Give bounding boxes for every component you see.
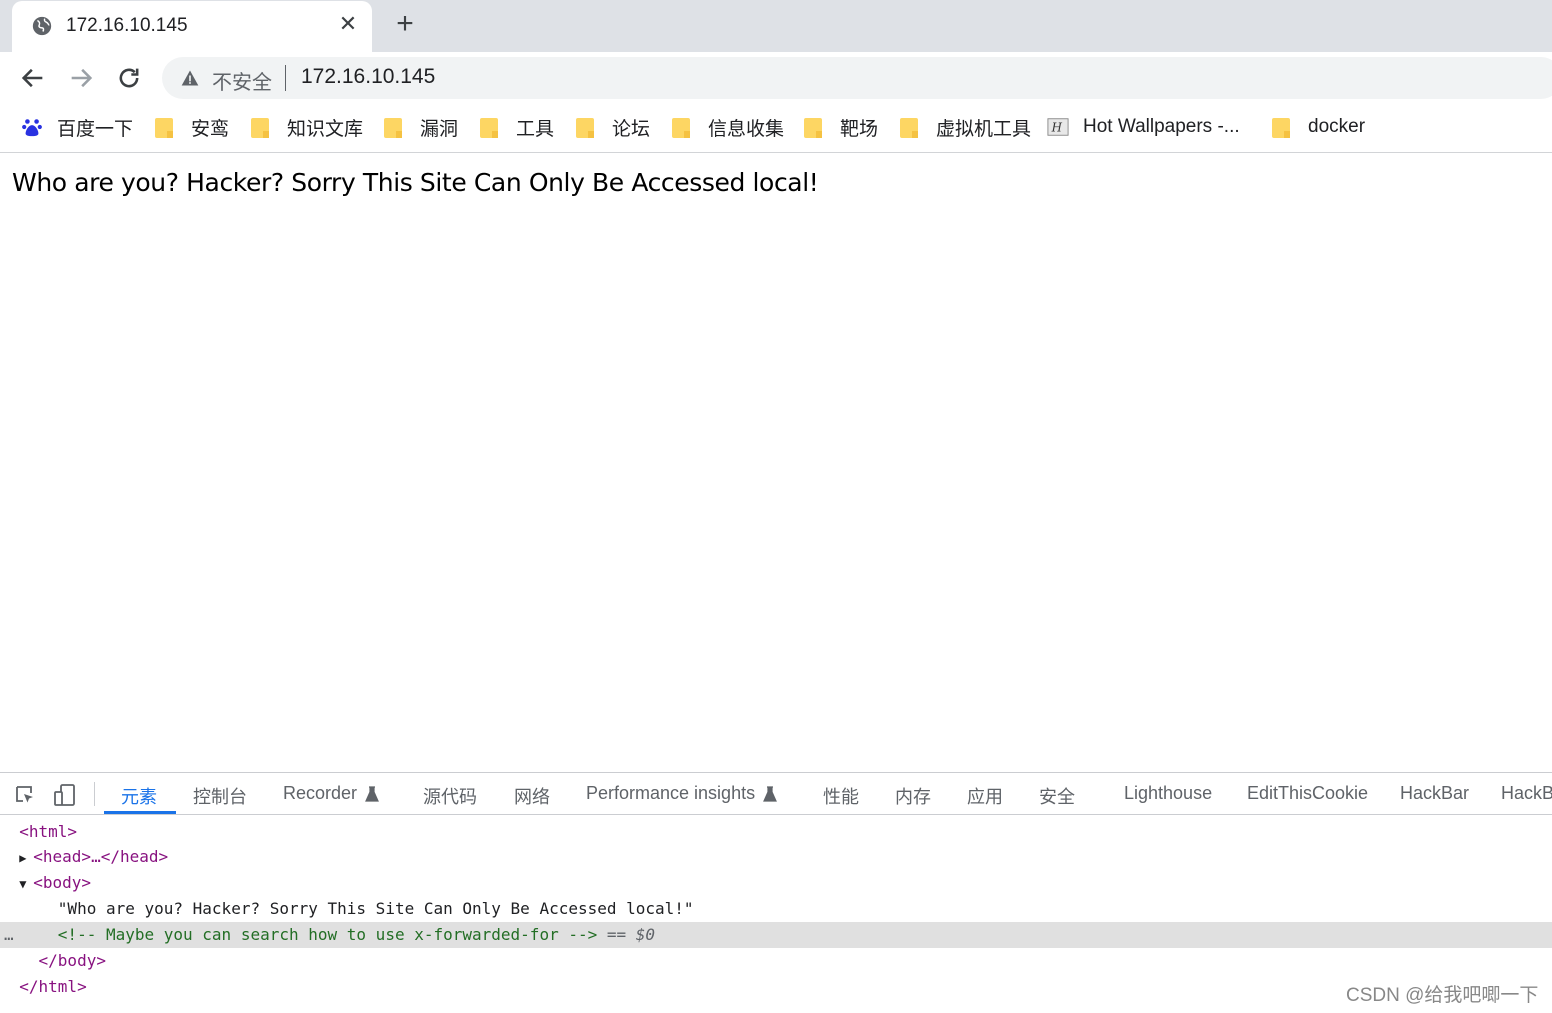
baidu-paw-icon	[22, 119, 42, 137]
html-comment: <!-- Maybe you can search how to use x-f…	[57, 925, 598, 944]
divider	[285, 65, 286, 91]
tab-lighthouse[interactable]: Lighthouse	[1124, 783, 1212, 804]
inspect-element-icon[interactable]	[13, 783, 37, 807]
active-tab-indicator	[104, 811, 176, 814]
devtools-panel: 元素 控制台 Recorder 源代码 网络 Performance insig…	[0, 772, 1552, 1012]
body-open-tag: <body>	[33, 873, 92, 892]
folder-icon	[672, 118, 692, 138]
folder-icon	[900, 118, 920, 138]
experiment-flask-icon	[763, 785, 778, 802]
collapse-triangle-icon[interactable]: ▼	[19, 871, 33, 897]
globe-icon	[32, 16, 52, 36]
bookmark-folder[interactable]: 虚拟机工具	[900, 115, 1032, 140]
tab-strip: 172.16.10.145 ✕ +	[0, 0, 1552, 52]
bookmark-folder[interactable]: 安鸾	[155, 115, 230, 140]
bookmark-folder[interactable]: docker	[1272, 115, 1365, 139]
tab-editthiscookie[interactable]: EditThisCookie	[1247, 783, 1368, 804]
experiment-flask-icon	[365, 785, 379, 802]
head-tag: <head>…</head>	[33, 847, 169, 866]
bookmarks-bar: 百度一下 安鸾 知识文库 漏洞 工具 论坛 信息收集 靶场 虚拟机工具 H Ho…	[0, 104, 1552, 153]
tab-security[interactable]: 安全	[1039, 783, 1075, 809]
dom-comment-node[interactable]: … <!-- Maybe you can search how to use x…	[0, 922, 1552, 948]
selected-marker: == $0	[606, 925, 656, 944]
bookmark-label: 论坛	[612, 118, 651, 140]
tab-recorder[interactable]: Recorder	[283, 783, 379, 804]
browser-tab[interactable]: 172.16.10.145 ✕	[12, 1, 372, 52]
tab-title: 172.16.10.145	[66, 15, 188, 36]
dom-node-head[interactable]: ▶ <head>…</head>	[0, 844, 1552, 870]
folder-icon	[1272, 118, 1292, 138]
new-tab-button[interactable]: +	[392, 9, 418, 39]
tab-label: Performance insights	[586, 783, 756, 803]
page-message: Who are you? Hacker? Sorry This Site Can…	[12, 168, 819, 197]
dom-node-html-close[interactable]: </html>	[0, 974, 1552, 1000]
page-viewport: Who are you? Hacker? Sorry This Site Can…	[0, 154, 1552, 772]
html-open-tag: <html>	[19, 822, 78, 841]
divider	[94, 782, 95, 806]
back-arrow-icon[interactable]	[19, 64, 47, 92]
expand-triangle-icon[interactable]: ▶	[19, 845, 33, 871]
bookmark-label: 靶场	[840, 118, 879, 140]
folder-icon	[480, 118, 500, 138]
bookmark-label: Hot Wallpapers -...	[1083, 116, 1240, 137]
bookmark-label: 安鸾	[191, 118, 230, 140]
folder-icon	[384, 118, 404, 138]
url-text[interactable]: 172.16.10.145	[301, 65, 435, 89]
tab-performance[interactable]: 性能	[823, 783, 859, 809]
tab-performance-insights[interactable]: Performance insights	[586, 783, 778, 804]
bookmark-folder[interactable]: 知识文库	[251, 115, 364, 140]
bookmark-folder[interactable]: 工具	[480, 115, 555, 140]
tab-memory[interactable]: 内存	[895, 783, 931, 809]
tab-console[interactable]: 控制台	[193, 783, 247, 809]
folder-icon	[155, 118, 175, 138]
reload-icon[interactable]	[115, 64, 143, 92]
bookmark-folder[interactable]: 靶场	[804, 115, 879, 140]
bookmark-baidu[interactable]: 百度一下	[21, 115, 134, 140]
dom-text-node[interactable]: "Who are you? Hacker? Sorry This Site Ca…	[0, 896, 1552, 922]
devtools-tabbar: 元素 控制台 Recorder 源代码 网络 Performance insig…	[0, 773, 1552, 815]
tab-label: Recorder	[283, 783, 358, 803]
tab-hackbar-2[interactable]: HackB	[1501, 783, 1552, 804]
warning-icon[interactable]	[180, 68, 200, 88]
bookmark-folder[interactable]: 漏洞	[384, 115, 459, 140]
row-menu-icon[interactable]: …	[4, 922, 14, 948]
tab-network[interactable]: 网络	[514, 783, 550, 809]
bookmark-hot-wallpapers[interactable]: H Hot Wallpapers -...	[1047, 115, 1240, 139]
security-label[interactable]: 不安全	[212, 66, 272, 95]
bookmark-label: 百度一下	[57, 118, 134, 140]
dom-node-html[interactable]: <html>	[0, 819, 1552, 845]
toolbar: 不安全 172.16.10.145	[0, 52, 1552, 104]
bookmark-folder[interactable]: 信息收集	[672, 115, 785, 140]
dom-node-body-close[interactable]: </body>	[0, 948, 1552, 974]
bookmark-label: 虚拟机工具	[936, 118, 1032, 140]
bookmark-folder[interactable]: 论坛	[576, 115, 651, 140]
close-tab-icon[interactable]: ✕	[338, 13, 358, 35]
bookmark-label: 漏洞	[420, 118, 459, 140]
folder-icon	[804, 118, 824, 138]
forward-arrow-icon[interactable]	[67, 64, 95, 92]
watermark: CSDN @给我吧唧一下	[1346, 985, 1539, 1006]
bookmark-label: docker	[1308, 116, 1366, 137]
html-close-tag: </html>	[19, 977, 87, 996]
folder-icon	[576, 118, 596, 138]
dom-node-body[interactable]: ▼ <body>	[0, 870, 1552, 896]
elements-tree: <html> ▶ <head>…</head> ▼ <body> "Who are …	[0, 817, 1552, 1013]
device-toolbar-icon[interactable]	[53, 783, 77, 807]
body-close-tag: </body>	[38, 951, 106, 970]
bookmark-label: 信息收集	[708, 118, 785, 140]
tab-sources[interactable]: 源代码	[423, 783, 477, 809]
address-bar[interactable]: 不安全 172.16.10.145	[162, 57, 1552, 99]
body-text-node: "Who are you? Hacker? Sorry This Site Ca…	[57, 899, 694, 918]
folder-icon	[251, 118, 271, 138]
bookmark-label: 工具	[516, 118, 555, 140]
tab-application[interactable]: 应用	[967, 783, 1003, 809]
bookmark-label: 知识文库	[287, 118, 364, 140]
svg-text:H: H	[1051, 121, 1063, 135]
site-favicon-icon: H	[1047, 118, 1069, 136]
tab-hackbar[interactable]: HackBar	[1400, 783, 1469, 804]
tab-elements[interactable]: 元素	[121, 783, 157, 809]
